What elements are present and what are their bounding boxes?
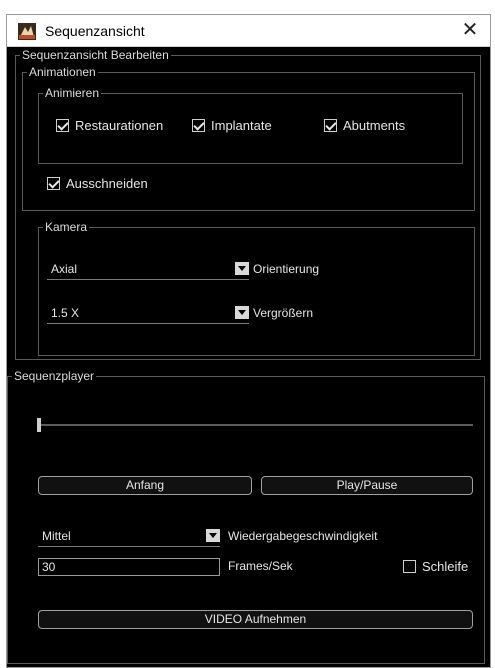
fps-input[interactable]: 30 <box>38 558 220 576</box>
animate-group: Animieren Restaurationen Implantate Abut… <box>38 85 463 164</box>
start-button[interactable]: Anfang <box>38 476 252 495</box>
speed-dropdown[interactable]: Mittel <box>38 526 220 547</box>
orientation-value: Axial <box>51 262 78 276</box>
fps-label: Frames/Sek <box>228 559 293 573</box>
checkbox-checked-icon <box>47 177 60 190</box>
edit-sequence-legend: Sequenzansicht Bearbeiten <box>20 47 171 63</box>
cut-checkbox[interactable]: Ausschneiden <box>47 176 148 191</box>
edit-sequence-group: Sequenzansicht Bearbeiten Animationen An… <box>15 47 481 360</box>
restorations-label: Restaurationen <box>75 118 164 133</box>
speed-label: Wiedergabegeschwindigkeit <box>228 529 378 543</box>
chevron-down-icon <box>235 306 249 319</box>
zoom-dropdown[interactable]: 1.5 X <box>47 303 249 324</box>
record-video-button[interactable]: VIDEO Aufnehmen <box>38 610 473 629</box>
dialog-content: Sequenzansicht Bearbeiten Animationen An… <box>7 47 490 667</box>
speed-value: Mittel <box>42 529 71 543</box>
playback-slider-handle[interactable] <box>37 418 41 432</box>
abutments-checkbox[interactable]: Abutments <box>324 118 405 133</box>
cut-label: Ausschneiden <box>66 176 148 191</box>
camera-group: Kamera Axial Orientierung 1.5 X Vergröße… <box>38 219 475 356</box>
animations-legend: Animationen <box>27 64 98 80</box>
sequence-view-window: Sequenzansicht ✕ Sequenzansicht Bearbeit… <box>6 14 491 668</box>
title-bar[interactable]: Sequenzansicht ✕ <box>7 15 490 47</box>
abutments-label: Abutments <box>343 118 406 133</box>
top-cropped-glyph <box>215 0 275 12</box>
app-icon <box>18 23 36 40</box>
sequence-player-legend: Sequenzplayer <box>12 368 97 384</box>
play-pause-button[interactable]: Play/Pause <box>261 476 473 495</box>
window-title: Sequenzansicht <box>45 23 145 39</box>
checkbox-checked-icon <box>192 119 205 132</box>
orientation-dropdown[interactable]: Axial <box>47 259 249 280</box>
checkbox-unchecked-icon <box>403 560 416 573</box>
checkbox-checked-icon <box>56 119 69 132</box>
checkbox-checked-icon <box>324 119 337 132</box>
chevron-down-icon <box>235 262 249 275</box>
animations-group: Animationen Animieren Restaurationen Imp… <box>22 64 475 211</box>
orientation-label: Orientierung <box>253 262 320 276</box>
sequence-player-group: Sequenzplayer Anfang Play/Pause Mittel W… <box>7 368 485 664</box>
zoom-value: 1.5 X <box>51 306 80 320</box>
implants-label: Implantate <box>211 118 272 133</box>
implants-checkbox[interactable]: Implantate <box>192 118 272 133</box>
camera-legend: Kamera <box>43 219 90 235</box>
restorations-checkbox[interactable]: Restaurationen <box>56 118 163 133</box>
close-button[interactable]: ✕ <box>450 15 490 46</box>
chevron-down-icon <box>206 529 220 542</box>
animate-legend: Animieren <box>43 85 102 101</box>
playback-slider-track[interactable] <box>38 424 473 426</box>
zoom-label: Vergrößern <box>253 306 314 320</box>
loop-checkbox[interactable]: Schleife <box>403 559 468 574</box>
loop-label: Schleife <box>422 559 469 574</box>
